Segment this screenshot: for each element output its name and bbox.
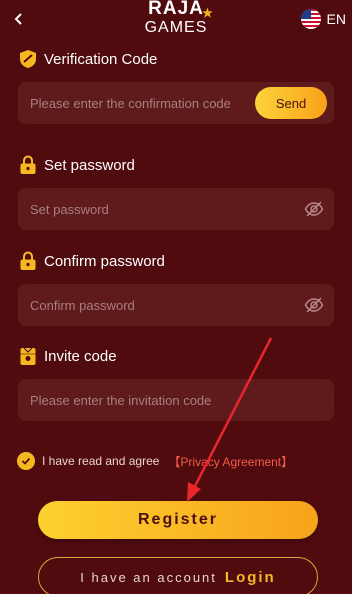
set-password-label-row: Set password: [19, 154, 135, 176]
gift-icon: [20, 347, 36, 365]
shield-icon: [20, 50, 36, 68]
login-label: Login: [224, 568, 276, 586]
header: RAJA ★ GAMES EN: [0, 0, 352, 42]
agreement-checkbox[interactable]: [17, 452, 35, 470]
set-password-field: [18, 188, 334, 230]
invite-field: [18, 379, 334, 421]
set-password-label: Set password: [44, 156, 135, 174]
verification-field: Send: [18, 82, 334, 124]
language-label: EN: [326, 11, 346, 27]
send-code-button[interactable]: Send: [255, 87, 327, 119]
lock-icon: [20, 251, 36, 270]
confirm-password-input[interactable]: [30, 297, 322, 313]
login-button[interactable]: I have an account Login: [38, 557, 318, 594]
language-selector[interactable]: EN: [300, 8, 346, 30]
confirm-password-label-row: Confirm password: [19, 250, 165, 272]
confirm-password-field: [18, 284, 334, 326]
set-password-input[interactable]: [30, 201, 322, 217]
register-button[interactable]: Register: [38, 501, 318, 539]
agreement-row: I have read and agree 【Privacy Agreement…: [17, 451, 293, 471]
verification-label-row: Verification Code: [19, 48, 157, 70]
back-arrow-icon: [14, 13, 22, 25]
logo-star-icon: ★: [202, 6, 214, 20]
logo: RAJA ★ GAMES: [126, 0, 226, 42]
invite-label-row: Invite code: [19, 345, 117, 367]
us-flag-icon: [300, 9, 321, 29]
invite-code-input[interactable]: [30, 392, 322, 408]
eye-off-icon[interactable]: [304, 295, 324, 315]
invite-label: Invite code: [44, 347, 117, 365]
confirm-password-label: Confirm password: [44, 252, 165, 270]
logo-top-text: RAJA: [148, 0, 204, 19]
verification-label: Verification Code: [44, 50, 158, 68]
have-account-text: I have an account: [80, 569, 217, 585]
check-icon: [21, 457, 31, 465]
agreement-text: I have read and agree: [42, 454, 160, 468]
lock-icon: [20, 155, 36, 174]
back-button[interactable]: [8, 8, 30, 30]
privacy-agreement-link[interactable]: 【Privacy Agreement】: [168, 453, 293, 470]
eye-off-icon[interactable]: [304, 199, 324, 219]
